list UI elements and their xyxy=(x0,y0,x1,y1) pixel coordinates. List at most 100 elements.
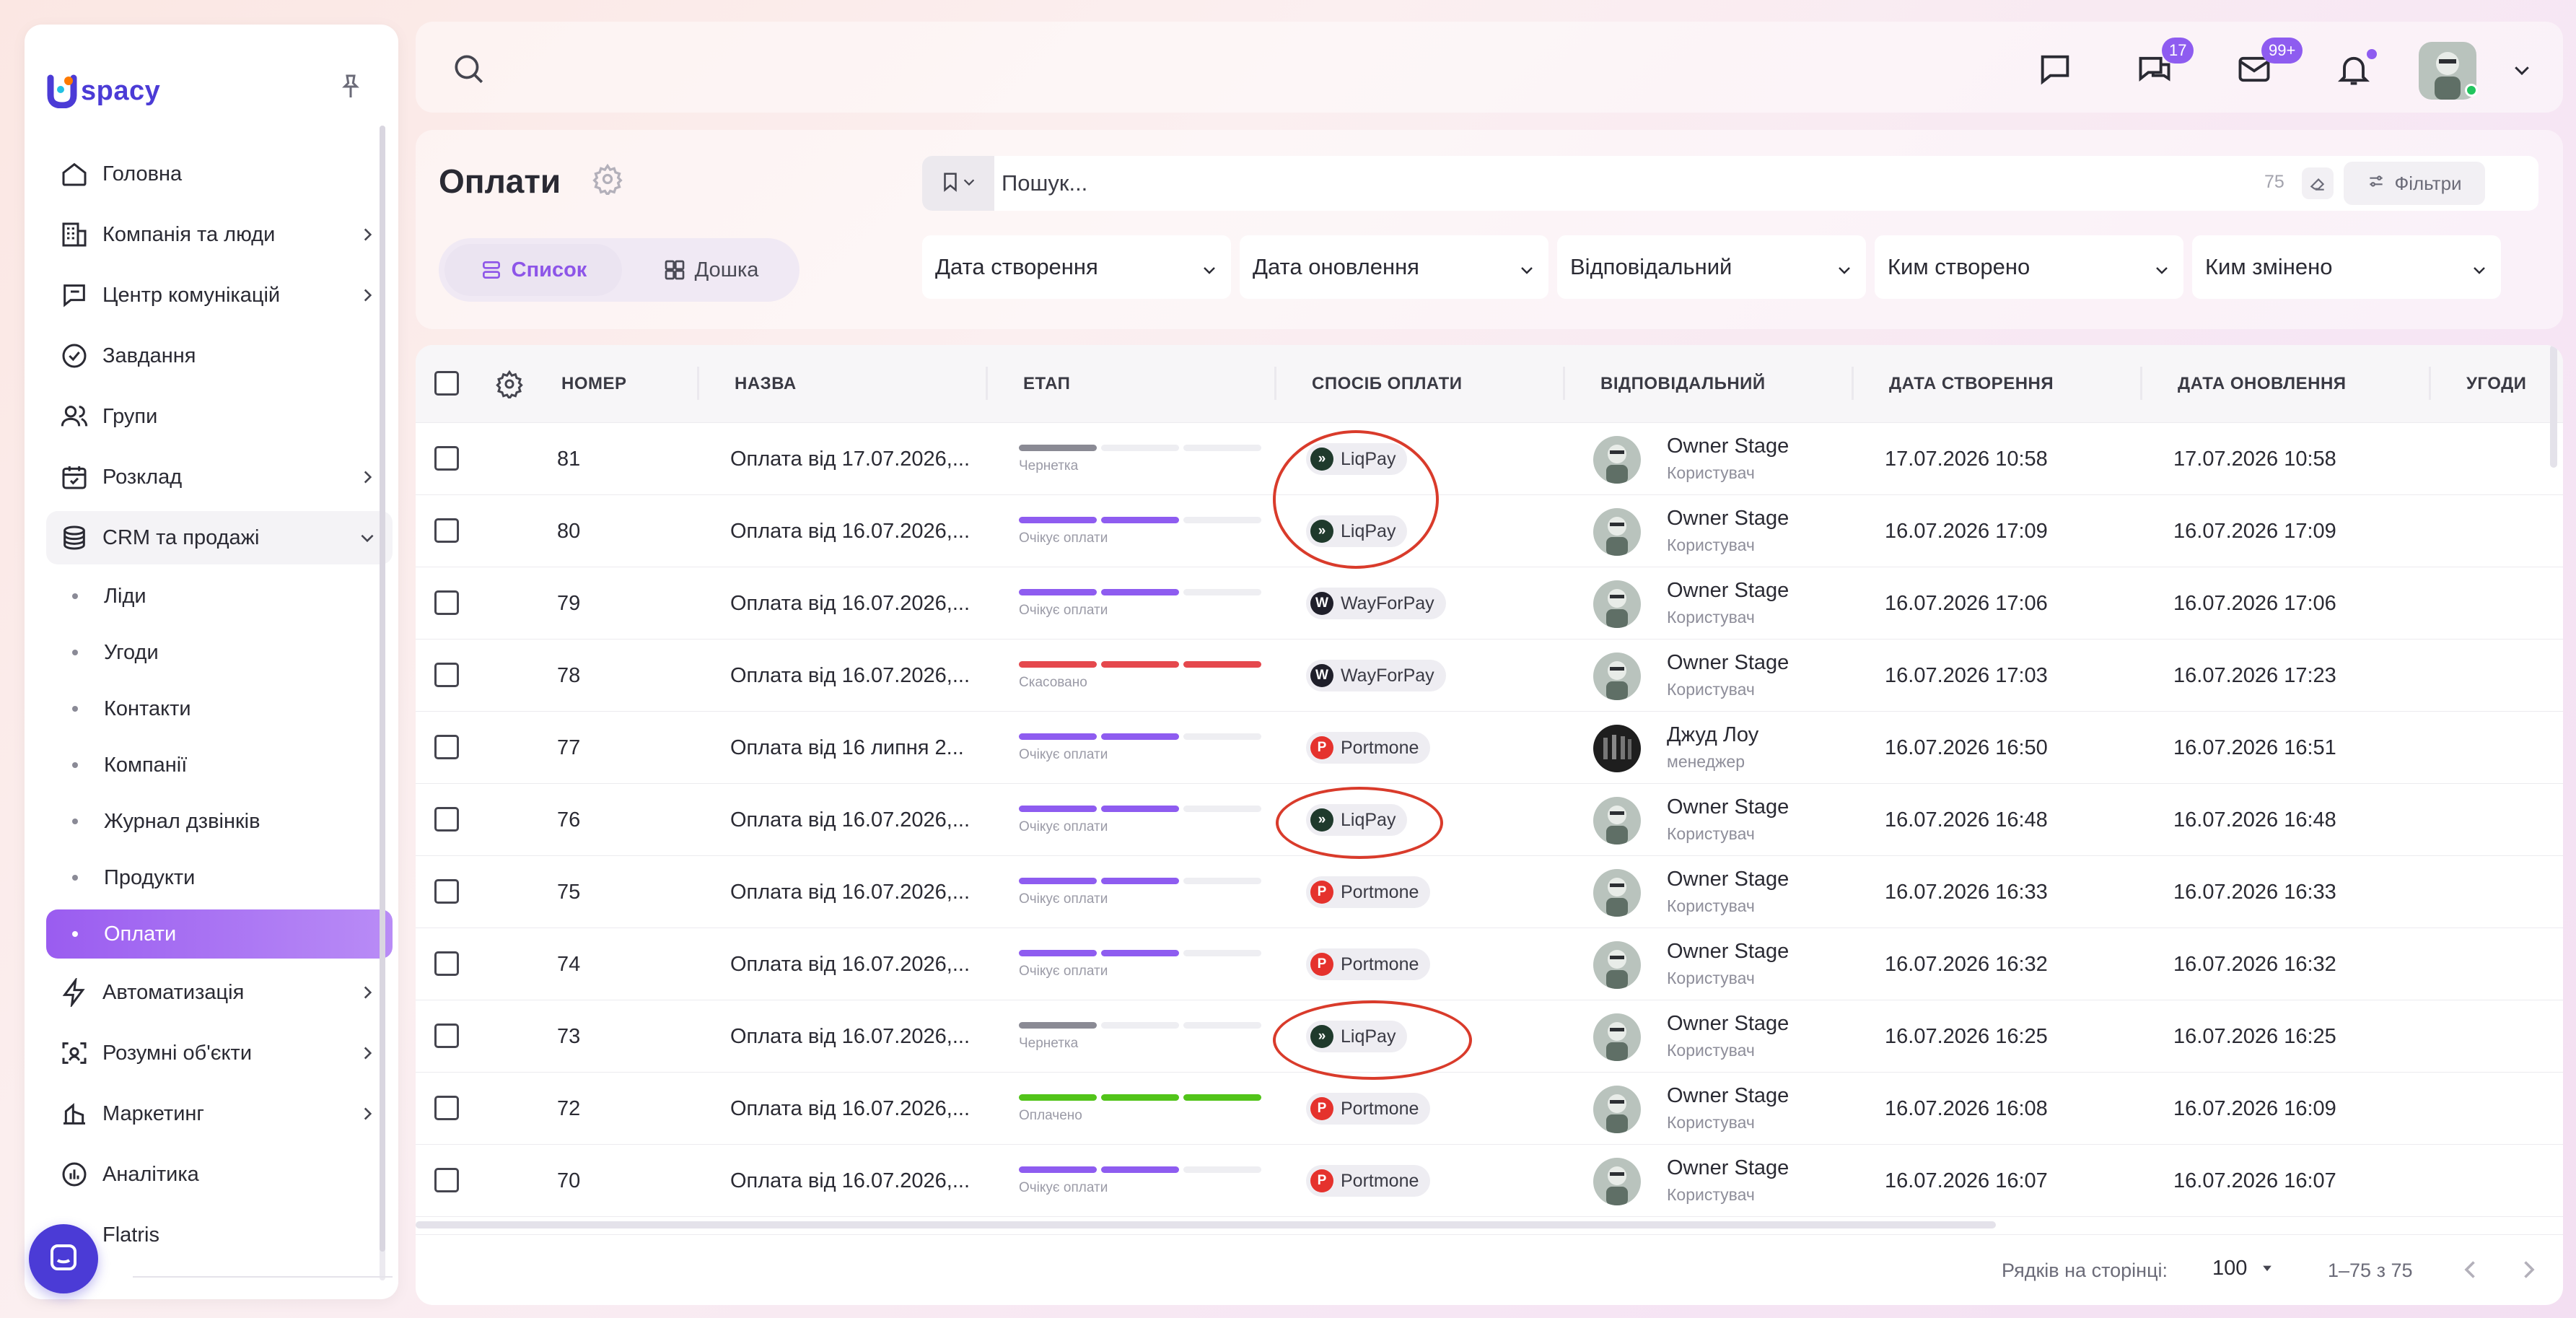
row-checkbox[interactable] xyxy=(434,590,459,615)
sidebar-subitem-products[interactable]: Продукти xyxy=(46,853,393,902)
column-header-created-date[interactable]: ДАТА СТВОРЕННЯ xyxy=(1889,374,2054,394)
avatar[interactable] xyxy=(1593,436,1641,484)
avatar[interactable] xyxy=(1593,508,1641,556)
column-resizer[interactable] xyxy=(2429,367,2431,400)
row-checkbox[interactable] xyxy=(434,1168,459,1192)
filter-modified-by[interactable]: Ким змінено xyxy=(2192,235,2501,299)
message-icon[interactable] xyxy=(2036,51,2074,88)
vertical-scrollbar[interactable] xyxy=(2550,345,2557,468)
sidebar-scrollbar-thumb[interactable] xyxy=(380,126,385,1252)
table-row[interactable]: 73 Оплата від 16.07.2026,... Чернетка» LiqP… xyxy=(416,1000,2563,1073)
column-header-number[interactable]: НОМЕР xyxy=(561,374,627,394)
column-resizer[interactable] xyxy=(1852,367,1854,400)
column-header-stage[interactable]: ЕТАП xyxy=(1023,374,1070,394)
pin-icon[interactable] xyxy=(336,72,365,101)
row-checkbox[interactable] xyxy=(434,1096,459,1120)
column-header-responsible[interactable]: ВІДПОВІДАЛЬНИЙ xyxy=(1600,374,1766,394)
table-row[interactable]: 76 Оплата від 16.07.2026,... Очікує оплати… xyxy=(416,784,2563,856)
prev-page-icon[interactable] xyxy=(2458,1257,2484,1283)
sidebar-item-communication[interactable]: Центр комунікацій xyxy=(46,269,393,322)
gear-icon[interactable] xyxy=(592,163,623,197)
avatar[interactable] xyxy=(1593,1013,1641,1061)
row-checkbox[interactable] xyxy=(434,735,459,759)
avatar[interactable] xyxy=(1593,941,1641,989)
filter-created-by[interactable]: Ким створено xyxy=(1875,235,2183,299)
table-row[interactable]: 80 Оплата від 16.07.2026,... Очікує оплати… xyxy=(416,495,2563,567)
responsible-name[interactable]: Owner Stage xyxy=(1667,435,1789,458)
column-settings-icon[interactable] xyxy=(495,370,524,402)
avatar[interactable] xyxy=(1593,797,1641,845)
sidebar-item-smart-objects[interactable]: Розумні об'єкти xyxy=(46,1026,393,1080)
filter-responsible[interactable]: Відповідальний xyxy=(1557,235,1866,299)
table-row[interactable]: 79 Оплата від 16.07.2026,... Очікує оплати… xyxy=(416,567,2563,640)
sidebar-item-flatris[interactable]: Flatris xyxy=(46,1208,393,1262)
payment-name-link[interactable]: Оплата від 16.07.2026,... xyxy=(730,881,970,904)
sidebar-subitem-companies[interactable]: Компанії xyxy=(46,741,393,790)
row-checkbox[interactable] xyxy=(434,951,459,976)
column-header-deals[interactable]: УГОДИ xyxy=(2466,374,2526,394)
search-input[interactable] xyxy=(1002,162,2228,205)
sidebar-subitem-deals[interactable]: Угоди xyxy=(46,628,393,677)
sidebar-item-schedule[interactable]: Розклад xyxy=(46,450,393,504)
board-view-button[interactable]: Дошка xyxy=(628,244,794,296)
responsible-name[interactable]: Owner Stage xyxy=(1667,1084,1789,1108)
rows-per-page-select[interactable]: 100 xyxy=(2212,1257,2274,1281)
chevron-down-icon[interactable] xyxy=(2511,59,2533,81)
sidebar-subitem-payments[interactable]: Оплати xyxy=(46,909,393,959)
sidebar-item-marketing[interactable]: Маркетинг xyxy=(46,1087,393,1140)
table-row[interactable]: 77 Оплата від 16 липня 2... Очікує оплати P… xyxy=(416,712,2563,784)
list-view-button[interactable]: Список xyxy=(444,244,622,296)
responsible-name[interactable]: Джуд Лоу xyxy=(1667,723,1758,747)
table-row[interactable]: 78 Оплата від 16.07.2026,... Скасовано W Way… xyxy=(416,640,2563,712)
table-row[interactable]: 72 Оплата від 16.07.2026,... Оплачено P Port… xyxy=(416,1073,2563,1145)
horizontal-scrollbar[interactable] xyxy=(416,1221,1996,1228)
payment-name-link[interactable]: Оплата від 16.07.2026,... xyxy=(730,1169,970,1193)
responsible-name[interactable]: Owner Stage xyxy=(1667,579,1789,603)
row-checkbox[interactable] xyxy=(434,663,459,687)
column-header-payment-method[interactable]: СПОСІБ ОПЛАТИ xyxy=(1312,374,1462,394)
logo[interactable]: spacy xyxy=(46,72,160,110)
responsible-name[interactable]: Owner Stage xyxy=(1667,651,1789,675)
payment-name-link[interactable]: Оплата від 16.07.2026,... xyxy=(730,953,970,977)
row-checkbox[interactable] xyxy=(434,879,459,904)
responsible-name[interactable]: Owner Stage xyxy=(1667,1156,1789,1180)
search-icon[interactable] xyxy=(450,51,486,87)
table-row[interactable]: 81 Оплата від 17.07.2026,... Чернетка» LiqP… xyxy=(416,423,2563,495)
responsible-name[interactable]: Owner Stage xyxy=(1667,507,1789,531)
sidebar-item-groups[interactable]: Групи xyxy=(46,390,393,443)
column-resizer[interactable] xyxy=(697,367,699,400)
sidebar-item-company[interactable]: Компанія та люди xyxy=(46,208,393,261)
payment-name-link[interactable]: Оплата від 17.07.2026,... xyxy=(730,448,970,471)
column-resizer[interactable] xyxy=(986,367,988,400)
column-resizer[interactable] xyxy=(1563,367,1565,400)
avatar[interactable] xyxy=(1593,1158,1641,1205)
saved-filters-button[interactable] xyxy=(922,156,994,211)
filter-created-date[interactable]: Дата створення xyxy=(922,235,1231,299)
select-all-checkbox[interactable] xyxy=(434,371,459,396)
column-resizer[interactable] xyxy=(1274,367,1276,400)
table-row[interactable]: 75 Оплата від 16.07.2026,... Очікує оплати… xyxy=(416,856,2563,928)
payment-name-link[interactable]: Оплата від 16.07.2026,... xyxy=(730,1025,970,1049)
row-checkbox[interactable] xyxy=(434,518,459,543)
sidebar-subitem-leads[interactable]: Ліди xyxy=(46,572,393,621)
sidebar-subitem-call-log[interactable]: Журнал дзвінків xyxy=(46,797,393,846)
sidebar-item-crm[interactable]: CRM та продажі xyxy=(46,511,393,564)
avatar[interactable] xyxy=(1593,869,1641,917)
table-row[interactable]: 74 Оплата від 16.07.2026,... Очікує оплати… xyxy=(416,928,2563,1000)
sidebar-item-home[interactable]: Головна xyxy=(46,147,393,201)
responsible-name[interactable]: Owner Stage xyxy=(1667,1012,1789,1036)
payment-name-link[interactable]: Оплата від 16.07.2026,... xyxy=(730,520,970,544)
avatar[interactable] xyxy=(1593,653,1641,700)
filter-updated-date[interactable]: Дата оновлення xyxy=(1240,235,1548,299)
row-checkbox[interactable] xyxy=(434,807,459,832)
responsible-name[interactable]: Owner Stage xyxy=(1667,940,1789,964)
eraser-icon[interactable] xyxy=(2302,167,2334,199)
column-resizer[interactable] xyxy=(2140,367,2142,400)
table-row[interactable]: 70 Оплата від 16.07.2026,... Очікує оплати… xyxy=(416,1145,2563,1217)
support-chat-button[interactable] xyxy=(29,1224,98,1293)
column-header-name[interactable]: НАЗВА xyxy=(735,374,797,394)
sidebar-item-automation[interactable]: Автоматизація xyxy=(46,966,393,1019)
avatar[interactable] xyxy=(1593,1086,1641,1133)
responsible-name[interactable]: Owner Stage xyxy=(1667,795,1789,819)
avatar[interactable] xyxy=(1593,580,1641,628)
